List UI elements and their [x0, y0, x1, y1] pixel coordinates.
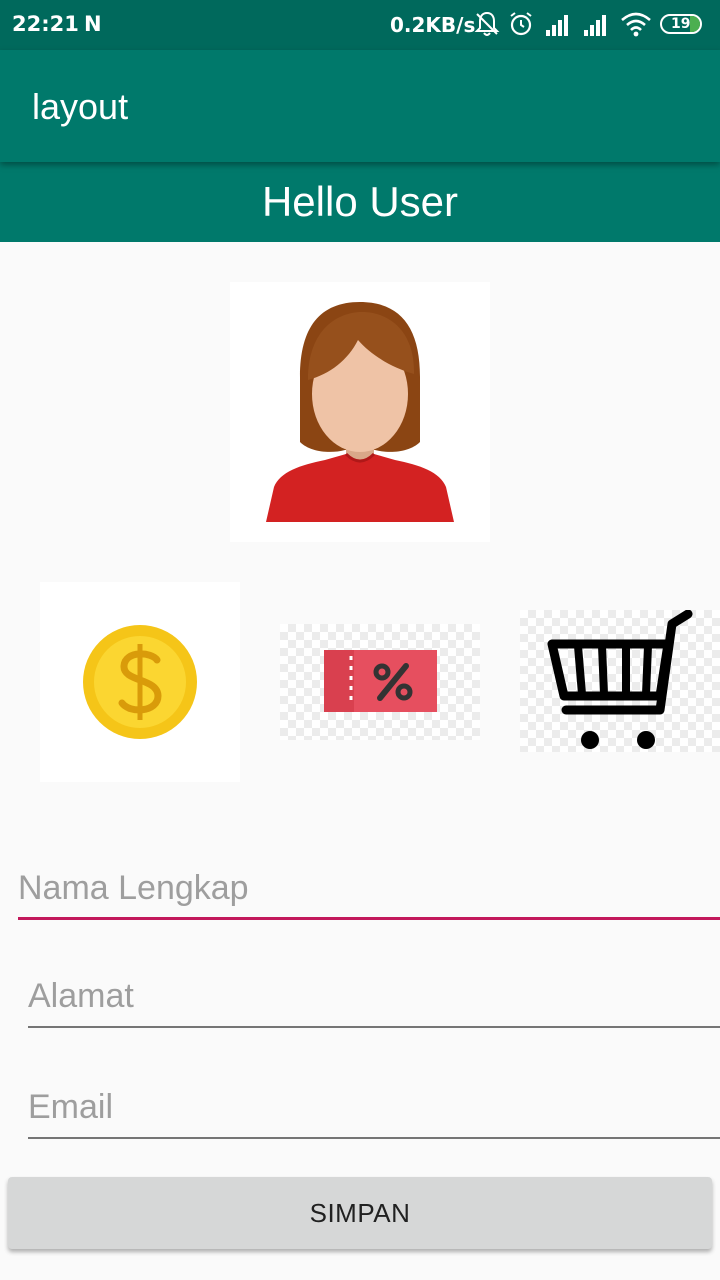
save-button[interactable]: SIMPAN	[8, 1177, 712, 1249]
status-bar: 22:21 N 0.2KB/s 19	[0, 0, 720, 50]
shopping-cart-image	[520, 609, 720, 752]
address-input[interactable]	[28, 968, 720, 1024]
address-field[interactable]	[28, 968, 720, 1028]
full-name-input[interactable]	[18, 860, 720, 916]
coin-image	[40, 582, 240, 782]
wifi-icon	[621, 12, 651, 37]
network-speed: 0.2KB/s	[390, 13, 476, 37]
signal-icon	[546, 15, 568, 36]
address-underline	[28, 1026, 720, 1028]
bell-off-icon	[474, 11, 500, 36]
email-input[interactable]	[28, 1079, 720, 1135]
full-name-underline	[18, 917, 720, 920]
greeting-banner: Hello User	[0, 162, 720, 242]
alarm-icon	[510, 12, 532, 36]
full-name-field[interactable]	[18, 860, 720, 920]
user-avatar-image	[230, 282, 490, 542]
email-field[interactable]	[28, 1079, 720, 1139]
user-avatar-icon	[266, 302, 454, 522]
notification-n-icon: N	[84, 12, 102, 36]
discount-voucher-image	[280, 624, 480, 740]
shopping-cart-icon	[547, 609, 693, 749]
greeting-text: Hello User	[261, 178, 459, 225]
signal-icon	[584, 15, 606, 36]
discount-voucher-icon	[324, 650, 437, 712]
battery-level: 19	[671, 16, 691, 32]
status-time: 22:21	[12, 12, 79, 36]
toolbar-title: layout	[32, 86, 129, 127]
app-toolbar: layout	[0, 50, 720, 162]
battery-icon: 19	[660, 14, 702, 34]
email-underline	[28, 1137, 720, 1139]
coin-icon	[83, 625, 197, 739]
